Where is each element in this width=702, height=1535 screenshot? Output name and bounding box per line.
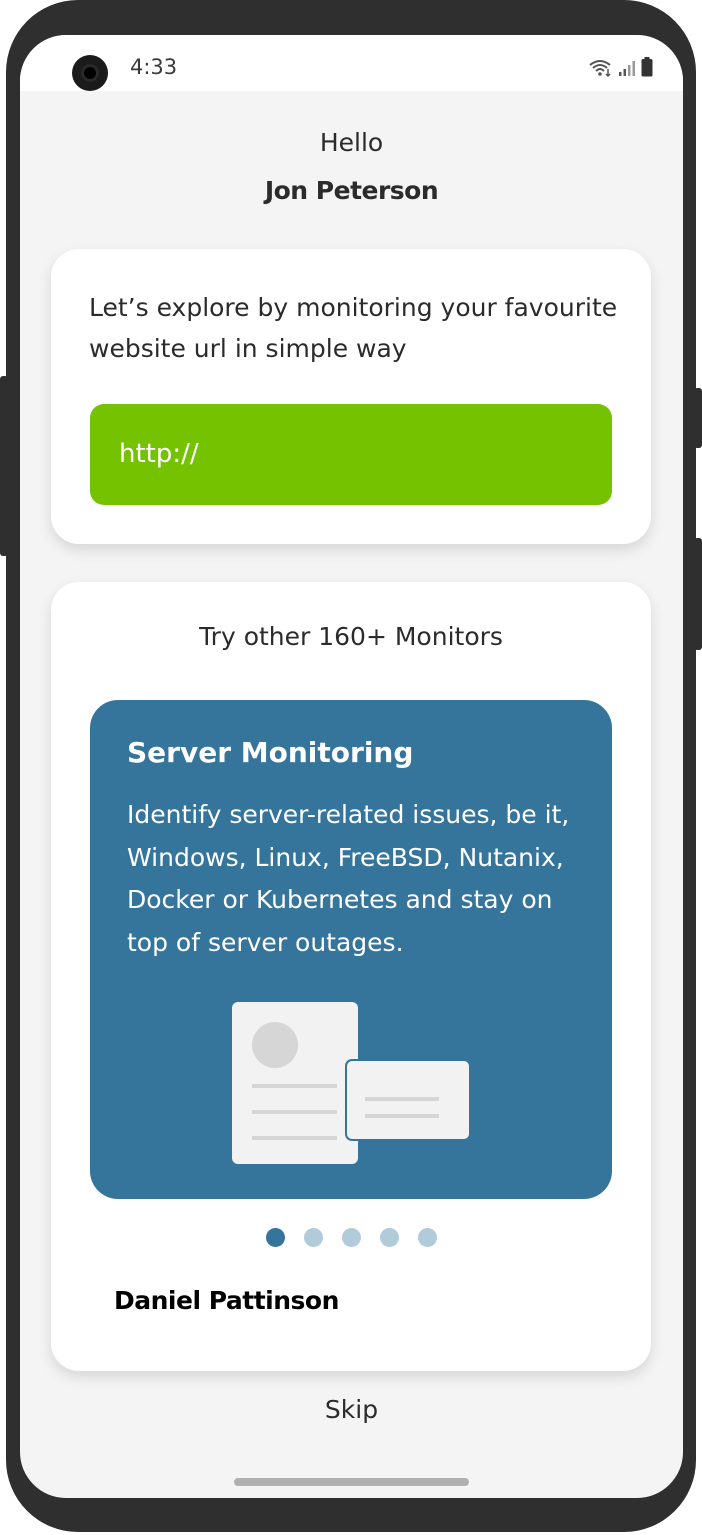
url-prompt-text: Let’s explore by monitoring your favouri…: [89, 293, 618, 363]
pagination-dot-2[interactable]: [303, 1228, 323, 1247]
user-name: Jon Peterson: [264, 176, 439, 205]
wifi-icon: [589, 60, 611, 77]
signal-icon: [619, 61, 635, 76]
front-camera: [72, 55, 108, 91]
monitor-slide-description: Identify server-related issues, be it, W…: [127, 800, 570, 957]
pagination-dot-1[interactable]: [265, 1228, 285, 1247]
other-monitors-title: Try other 160+ Monitors: [199, 622, 503, 651]
side-button-left: [0, 376, 8, 556]
greeting-hello: Hello: [319, 128, 384, 157]
url-monitor-card: Let’s explore by monitoring your favouri…: [51, 249, 651, 544]
other-monitors-card: Try other 160+ Monitors Server Monitorin…: [51, 582, 651, 1371]
carousel-pagination: [51, 1228, 651, 1247]
pagination-dot-5[interactable]: [417, 1228, 437, 1247]
side-button-right-top: [694, 388, 702, 448]
monitor-carousel-slide[interactable]: Server Monitoring Identify server-relate…: [90, 700, 612, 1199]
footer-user-name: Daniel Pattinson: [114, 1286, 339, 1315]
pagination-dot-3[interactable]: [341, 1228, 361, 1247]
home-indicator[interactable]: [234, 1478, 469, 1486]
skip-button[interactable]: Skip: [20, 1395, 683, 1424]
status-bar: 4:33: [20, 35, 683, 91]
phone-screen: 4:33 Hello Jon Peterson Let’s explore by…: [20, 35, 683, 1498]
status-time: 4:33: [130, 55, 178, 79]
monitor-slide-title: Server Monitoring: [127, 736, 414, 769]
side-button-right-bottom: [694, 538, 702, 650]
status-icons: [589, 57, 653, 77]
battery-icon: [641, 57, 653, 77]
server-illustration-icon: [232, 1002, 471, 1164]
url-input-button[interactable]: http://: [90, 404, 612, 505]
pagination-dot-4[interactable]: [379, 1228, 399, 1247]
